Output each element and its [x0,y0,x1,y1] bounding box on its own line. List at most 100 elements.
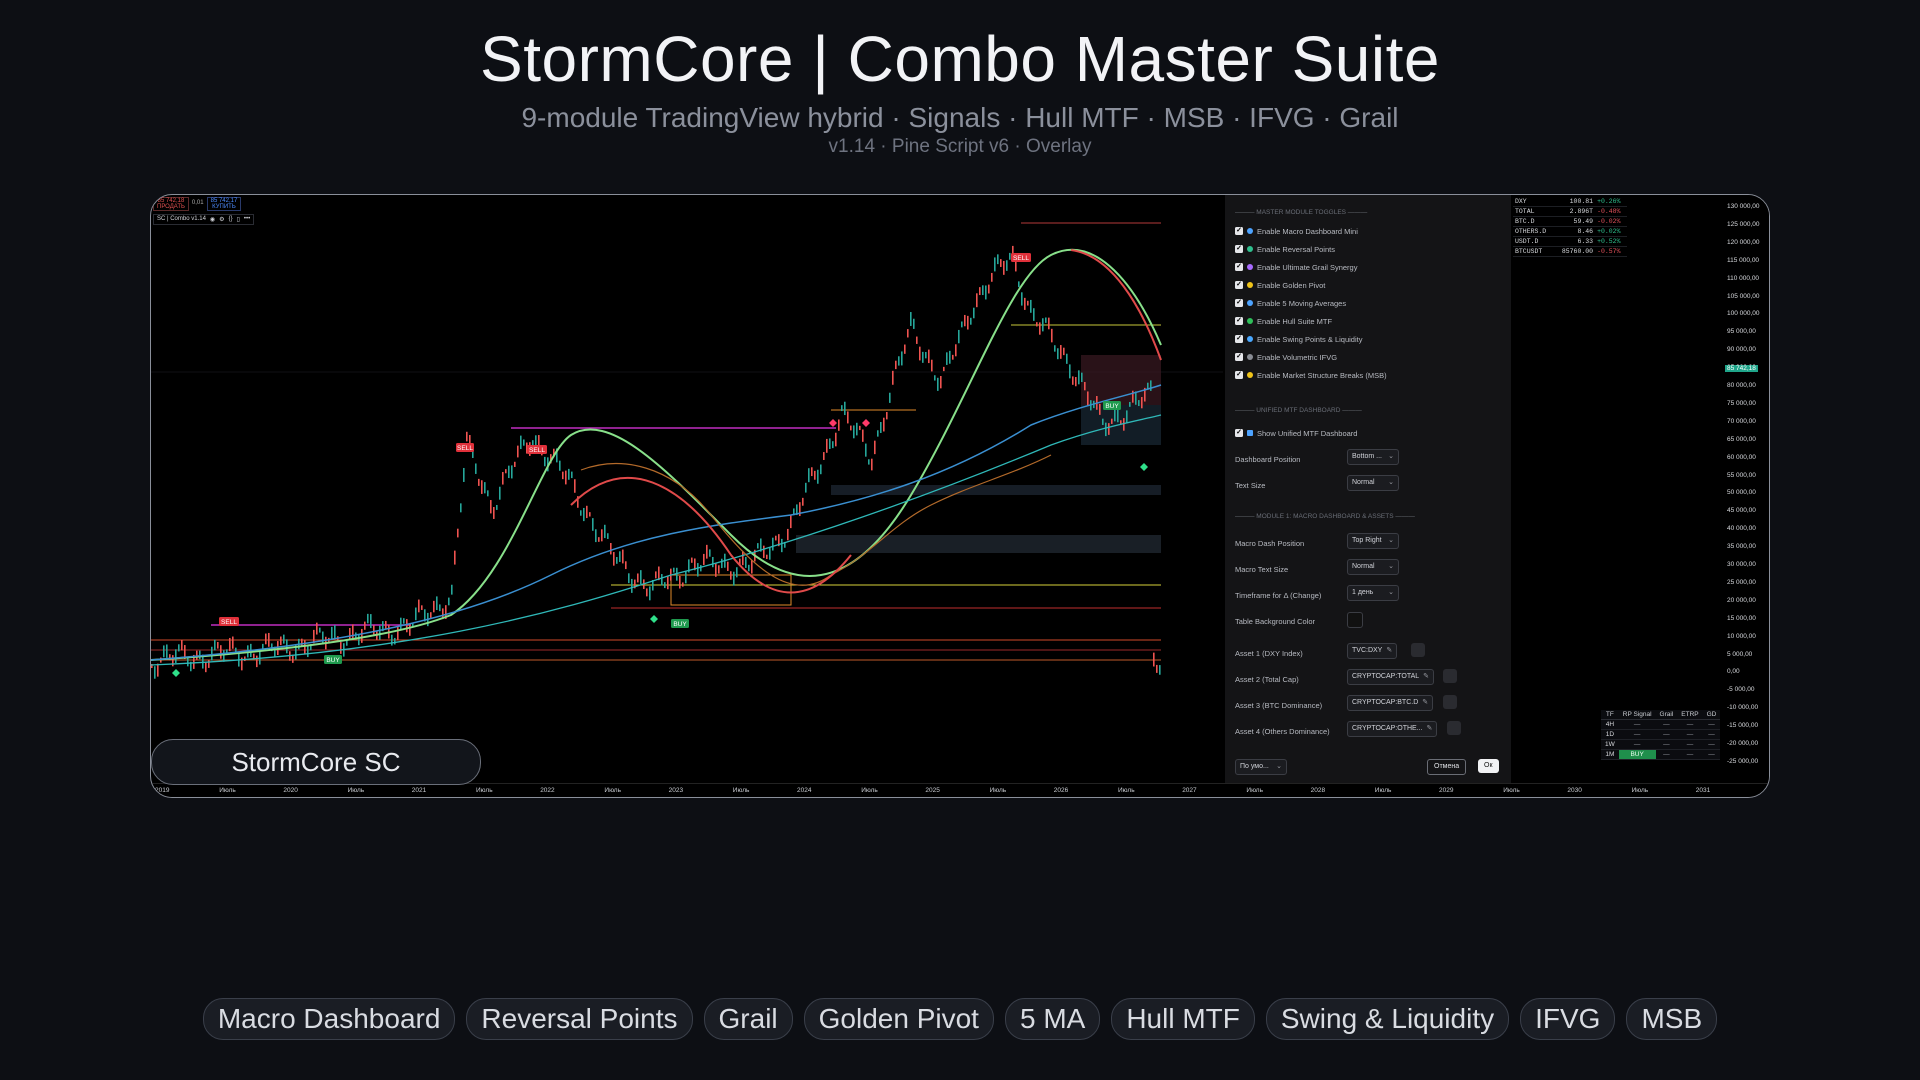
checkbox[interactable]: ✓ [1235,371,1243,379]
delete-icon[interactable]: ▯ [237,216,240,223]
candle [787,528,789,541]
asset-menu-button[interactable] [1447,721,1461,735]
module-toggle[interactable]: ✓ Enable Golden Pivot [1235,279,1325,291]
mtf-header: TF [1601,710,1619,720]
candle [397,626,399,640]
candle [283,634,285,644]
candle [181,640,183,651]
asset-menu-button[interactable] [1443,695,1457,709]
asset-value: 85760.00 [1554,246,1596,257]
show-mtf-toggle[interactable]: ✓ Show Unified MTF Dashboard [1235,427,1357,439]
bg-color-swatch[interactable] [1347,612,1363,628]
candle [766,554,768,560]
checkbox[interactable]: ✓ [1235,227,1243,235]
dashboard-position-select[interactable]: Bottom ... ⌄ [1347,449,1399,465]
checkbox[interactable]: ✓ [1235,429,1243,437]
sell-button[interactable]: 85 742,18 ПРОДАТЬ [153,197,189,211]
candle [406,619,408,633]
time-tick: Июль [604,787,621,794]
macro-dashboard: DXY 100.81 +0.26% TOTAL 2.896T -0.48% BTC.D 59.… [1513,197,1627,257]
text-size-select[interactable]: Normal ⌄ [1347,475,1399,491]
price-tick: 95 000,00 [1727,328,1756,336]
candle [520,435,522,450]
eye-icon[interactable]: ◉ [210,216,215,223]
price-tick: -10 000,00 [1727,704,1759,712]
module-toggle[interactable]: ✓ Enable Reversal Points [1235,243,1335,255]
module-toggle[interactable]: ✓ Enable Ultimate Grail Synergy [1235,261,1357,273]
checkbox[interactable]: ✓ [1235,281,1243,289]
candle [523,439,525,446]
asset-change: -0.02% [1595,216,1627,227]
macro-position-select[interactable]: Top Right ⌄ [1347,533,1399,549]
indicator-legend[interactable]: SC | Combo v1.14 ◉ ⚙ {} ▯ ••• [153,214,255,225]
defaults-select[interactable]: По умо... ⌄ [1235,759,1287,775]
price-tick: 110 000,00 [1727,274,1760,282]
settings-icon[interactable]: ⚙ [219,216,224,223]
asset-label: Asset 3 (BTC Dominance) [1235,701,1323,710]
mtf-cell: — [1618,739,1656,750]
asset-menu-button[interactable] [1411,643,1425,657]
candle [394,637,396,645]
candle [1051,328,1053,343]
candle [385,620,387,629]
candle [196,650,198,660]
candle [595,529,597,543]
code-icon[interactable]: {} [229,216,233,223]
price-tick: -5 000,00 [1727,686,1755,694]
candle [373,625,375,635]
bolt-icon [1247,372,1253,378]
checkbox[interactable]: ✓ [1235,317,1243,325]
checkbox[interactable]: ✓ [1235,299,1243,307]
buy-signal: BUY [1105,403,1119,410]
asset-value: 8.46 [1554,226,1596,237]
candle [874,440,876,455]
buy-button[interactable]: 85 742,17 КУПИТЬ [206,197,242,211]
chevron-down-icon: ⌄ [1276,763,1282,770]
pencil-icon[interactable]: ✎ [1423,673,1429,680]
module-toggle[interactable]: ✓ Enable Macro Dashboard Mini [1235,225,1358,237]
asset-symbol-input[interactable]: CRYPTOCAP:BTC.D ✎ [1347,695,1434,711]
time-axis[interactable]: 2019 Июль 2020 Июль 2021 Июль 2022 Июль 2023 Июль… [151,783,1769,797]
checkbox[interactable]: ✓ [1235,245,1243,253]
module-toggle[interactable]: ✓ Enable Market Structure Breaks (MSB) [1235,369,1387,381]
asset-symbol-input[interactable]: CRYPTOCAP:OTHE... ✎ [1347,721,1438,737]
pencil-icon[interactable]: ✎ [1386,647,1392,654]
spread: 0,01 [191,200,204,206]
candle [1045,317,1047,323]
candle [802,497,804,506]
module-toggle[interactable]: ✓ Enable Swing Points & Liquidity [1235,333,1362,345]
candle [658,566,660,581]
asset-symbol-input[interactable]: CRYPTOCAP:TOTAL ✎ [1347,669,1435,685]
symbol-value: CRYPTOCAP:OTHE... [1352,725,1423,732]
module-toggle[interactable]: ✓ Enable Volumetric IFVG [1235,351,1337,363]
ok-button[interactable]: Ок [1478,759,1499,773]
timeframe-select[interactable]: 1 день ⌄ [1347,585,1399,601]
symbol-value: CRYPTOCAP:BTC.D [1352,699,1419,706]
candle [679,575,681,589]
price-axis[interactable]: 130 000,00 125 000,00 120 000,00 115 000,00… [1723,195,1769,783]
checkbox[interactable]: ✓ [1235,353,1243,361]
candle [1129,401,1131,407]
time-tick: 2031 [1695,787,1711,794]
cancel-button[interactable]: Отмена [1427,759,1467,775]
candle [811,467,813,477]
more-icon[interactable]: ••• [244,216,250,223]
time-tick: Июль [219,787,236,794]
candle [661,574,663,586]
candle [562,471,564,480]
asset-menu-button[interactable] [1443,669,1457,683]
asset-symbol-input[interactable]: TVC:DXY ✎ [1347,643,1398,659]
candle [889,392,891,403]
module-chip: IFVG [1520,998,1616,1040]
checkbox[interactable]: ✓ [1235,263,1243,271]
pencil-icon[interactable]: ✎ [1422,699,1428,706]
checkbox[interactable]: ✓ [1235,335,1243,343]
module-toggle[interactable]: ✓ Enable Hull Suite MTF [1235,315,1332,327]
price-chart[interactable]: SELL SELL SELL SELL BUY BUY BUY [151,195,1223,783]
time-tick: Июль [1246,787,1263,794]
macro-text-select[interactable]: Normal ⌄ [1347,559,1399,575]
pencil-icon[interactable]: ✎ [1427,725,1433,732]
time-tick: 2020 [283,787,298,794]
candle [439,604,441,612]
module-toggle[interactable]: ✓ Enable 5 Moving Averages [1235,297,1346,309]
